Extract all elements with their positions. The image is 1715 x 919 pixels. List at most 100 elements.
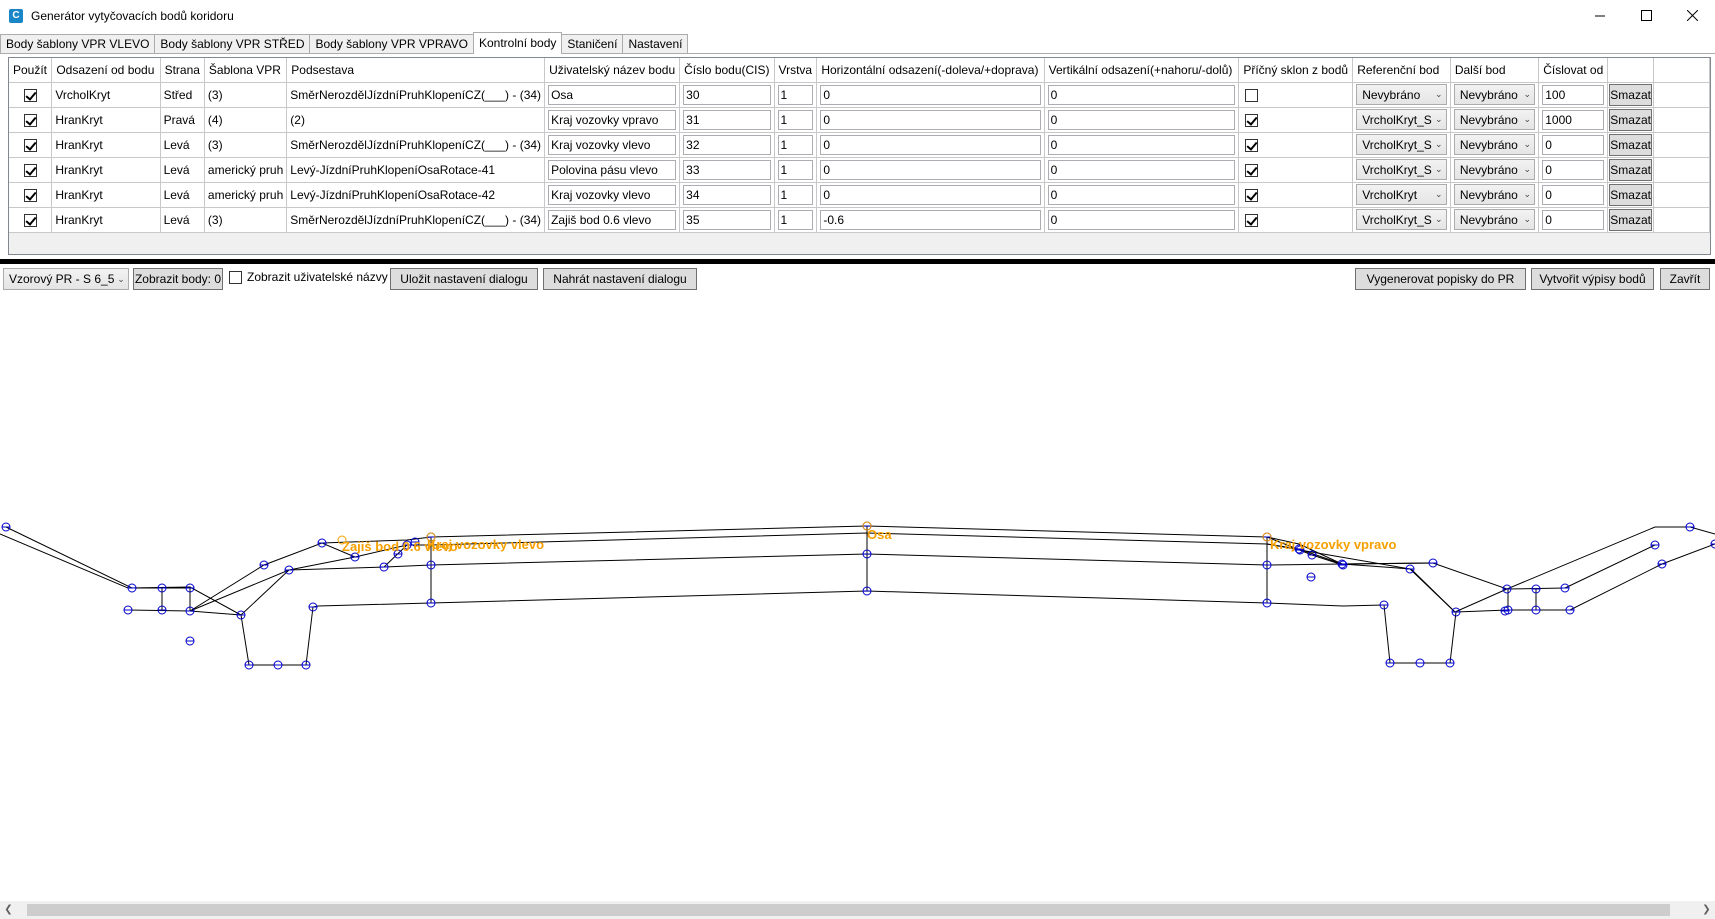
cross-slope-checkbox[interactable] — [1245, 213, 1259, 227]
side-cell[interactable]: Střed — [160, 82, 205, 108]
scroll-right-icon[interactable]: ❯ — [1698, 902, 1715, 918]
h-offset-input[interactable]: 0 — [820, 134, 1041, 155]
ref-point-select[interactable]: VrcholKryt_S ⌄ — [1356, 159, 1447, 180]
minimize-button[interactable] — [1577, 0, 1623, 31]
load-settings-button[interactable]: Nahrát nastavení dialogu — [543, 268, 697, 290]
create-listings-button[interactable]: Vytvořit výpisy bodů — [1531, 268, 1654, 290]
point-number-input[interactable]: 32 — [683, 134, 771, 155]
table-row[interactable]: HranKryt Levá (3) SměrNerozdělJízdníPruh… — [9, 132, 1710, 158]
h-offset-input[interactable]: -0.6 — [820, 209, 1041, 230]
cross-slope-checkbox[interactable] — [1245, 88, 1259, 102]
number-from-input[interactable]: 100 — [1542, 84, 1605, 105]
tab-kontrolni-body[interactable]: Kontrolní body — [473, 32, 563, 54]
column-header-horizontalni[interactable]: Horizontální odsazení(-doleva/+doprava) — [816, 58, 1045, 83]
table-row[interactable]: HranKryt Levá (3) SměrNerozdělJízdníPruh… — [9, 207, 1710, 233]
scrollbar-thumb[interactable] — [27, 904, 1670, 916]
use-checkbox[interactable] — [23, 113, 37, 127]
offset-from-cell[interactable]: HranKryt — [51, 207, 161, 233]
delete-button[interactable]: Smazat — [1609, 208, 1652, 231]
v-offset-input[interactable]: 0 — [1047, 159, 1236, 180]
delete-button[interactable]: Smazat — [1609, 183, 1652, 206]
tab-nastaveni[interactable]: Nastavení — [622, 34, 689, 54]
scroll-left-icon[interactable]: ❮ — [0, 902, 17, 918]
side-cell[interactable]: Pravá — [160, 107, 205, 133]
ref-point-select[interactable]: VrcholKryt ⌄ — [1356, 184, 1447, 205]
layer-input[interactable]: 1 — [777, 159, 814, 180]
template-cell[interactable]: (3) — [204, 132, 288, 158]
v-offset-input[interactable]: 0 — [1047, 109, 1236, 130]
subassembly-cell[interactable]: Levý-JízdníPruhKlopeníOsaRotace-41 — [286, 157, 546, 183]
offset-from-cell[interactable]: HranKryt — [51, 157, 161, 183]
tab-body-sablony-stred[interactable]: Body šablony VPR STŘED — [154, 34, 311, 54]
table-row[interactable]: HranKryt Pravá (4) (2) Kraj vozovky vpra… — [9, 107, 1710, 133]
layer-input[interactable]: 1 — [777, 109, 814, 130]
tab-body-sablony-vpravo[interactable]: Body šablony VPR VPRAVO — [309, 34, 474, 54]
tab-staniceni[interactable]: Staničení — [561, 34, 624, 54]
side-cell[interactable]: Levá — [160, 207, 205, 233]
next-point-select[interactable]: Nevybráno ⌄ — [1453, 134, 1536, 155]
delete-button[interactable]: Smazat — [1609, 158, 1652, 181]
subassembly-cell[interactable]: SměrNerozdělJízdníPruhKlopeníCZ(___) - (… — [286, 207, 546, 233]
column-header-dalsi-bod[interactable]: Další bod — [1450, 58, 1540, 83]
template-cell[interactable]: americký pruh — [204, 157, 288, 183]
cross-slope-checkbox[interactable] — [1245, 163, 1259, 177]
ref-point-select[interactable]: VrcholKryt_S ⌄ — [1356, 109, 1447, 130]
user-name-input[interactable]: Zajiš bod 0.6 vlevo — [548, 209, 677, 230]
show-points-button[interactable]: Zobrazit body: 0 — [133, 268, 223, 290]
offset-from-cell[interactable]: HranKryt — [51, 132, 161, 158]
save-settings-button[interactable]: Uložit nastavení dialogu — [390, 268, 538, 290]
subassembly-cell[interactable]: SměrNerozdělJízdníPruhKlopeníCZ(___) - (… — [286, 132, 546, 158]
offset-from-cell[interactable]: VrcholKryt — [51, 82, 161, 108]
h-offset-input[interactable]: 0 — [820, 109, 1041, 130]
column-header-vrstva[interactable]: Vrstva — [774, 58, 818, 83]
user-name-input[interactable]: Polovina pásu vlevo — [548, 159, 677, 180]
table-row[interactable]: VrcholKryt Střed (3) SměrNerozdělJízdníP… — [9, 82, 1710, 108]
ref-point-select[interactable]: Nevybráno ⌄ — [1356, 84, 1447, 105]
user-name-input[interactable]: Osa — [548, 84, 677, 105]
user-name-input[interactable]: Kraj vozovky vlevo — [548, 134, 677, 155]
v-offset-input[interactable]: 0 — [1047, 209, 1236, 230]
layer-input[interactable]: 1 — [777, 134, 814, 155]
column-header-cislo-bodu[interactable]: Číslo bodu(CIS) — [679, 58, 775, 83]
column-header-vertikalni[interactable]: Vertikální odsazení(+nahoru/-dolů) — [1044, 58, 1240, 83]
ref-point-select[interactable]: VrcholKryt_S ⌄ — [1356, 209, 1447, 230]
close-dialog-button[interactable]: Zavřít — [1660, 268, 1710, 290]
layer-input[interactable]: 1 — [777, 84, 814, 105]
user-name-input[interactable]: Kraj vozovky vpravo — [548, 109, 677, 130]
use-checkbox[interactable] — [23, 213, 37, 227]
column-header-cislovat-od[interactable]: Číslovat od — [1538, 58, 1609, 83]
template-select[interactable]: Vzorový PR - S 6_5 ⌄ — [3, 268, 129, 290]
next-point-select[interactable]: Nevybráno ⌄ — [1453, 209, 1536, 230]
generate-labels-button[interactable]: Vygenerovat popisky do PR — [1355, 268, 1526, 290]
template-cell[interactable]: americký pruh — [204, 182, 288, 208]
next-point-select[interactable]: Nevybráno ⌄ — [1453, 159, 1536, 180]
number-from-input[interactable]: 0 — [1542, 209, 1605, 230]
v-offset-input[interactable]: 0 — [1047, 184, 1236, 205]
cross-slope-checkbox[interactable] — [1245, 138, 1259, 152]
subassembly-cell[interactable]: (2) — [286, 107, 546, 133]
template-cell[interactable]: (3) — [204, 82, 288, 108]
use-checkbox[interactable] — [23, 88, 37, 102]
number-from-input[interactable]: 1000 — [1542, 109, 1605, 130]
subassembly-cell[interactable]: Levý-JízdníPruhKlopeníOsaRotace-42 — [286, 182, 546, 208]
cross-section-preview[interactable]: Zajiš bod 0.6 vlevo Kraj vozovky vlevo O… — [0, 293, 1715, 901]
h-offset-input[interactable]: 0 — [820, 184, 1041, 205]
subassembly-cell[interactable]: SměrNerozdělJízdníPruhKlopeníCZ(___) - (… — [286, 82, 546, 108]
table-row[interactable]: HranKryt Levá americký pruh Levý-JízdníP… — [9, 157, 1710, 183]
template-cell[interactable]: (4) — [204, 107, 288, 133]
column-header-referencni-bod[interactable]: Referenční bod — [1352, 58, 1451, 83]
point-number-input[interactable]: 33 — [683, 159, 771, 180]
side-cell[interactable]: Levá — [160, 157, 205, 183]
number-from-input[interactable]: 0 — [1542, 184, 1605, 205]
show-user-names-toggle[interactable]: Zobrazit uživatelské názvy — [229, 270, 388, 284]
maximize-button[interactable] — [1623, 0, 1669, 31]
horizontal-scrollbar[interactable]: ❮ ❯ — [0, 901, 1715, 919]
use-checkbox[interactable] — [23, 188, 37, 202]
column-header-sablona[interactable]: Šablona VPR — [204, 58, 288, 83]
h-offset-input[interactable]: 0 — [820, 84, 1041, 105]
tab-body-sablony-vlevo[interactable]: Body šablony VPR VLEVO — [0, 34, 156, 54]
delete-button[interactable]: Smazat — [1609, 133, 1652, 156]
user-name-input[interactable]: Kraj vozovky vlevo — [548, 184, 677, 205]
delete-button[interactable]: Smazat — [1609, 108, 1652, 131]
use-checkbox[interactable] — [23, 163, 37, 177]
